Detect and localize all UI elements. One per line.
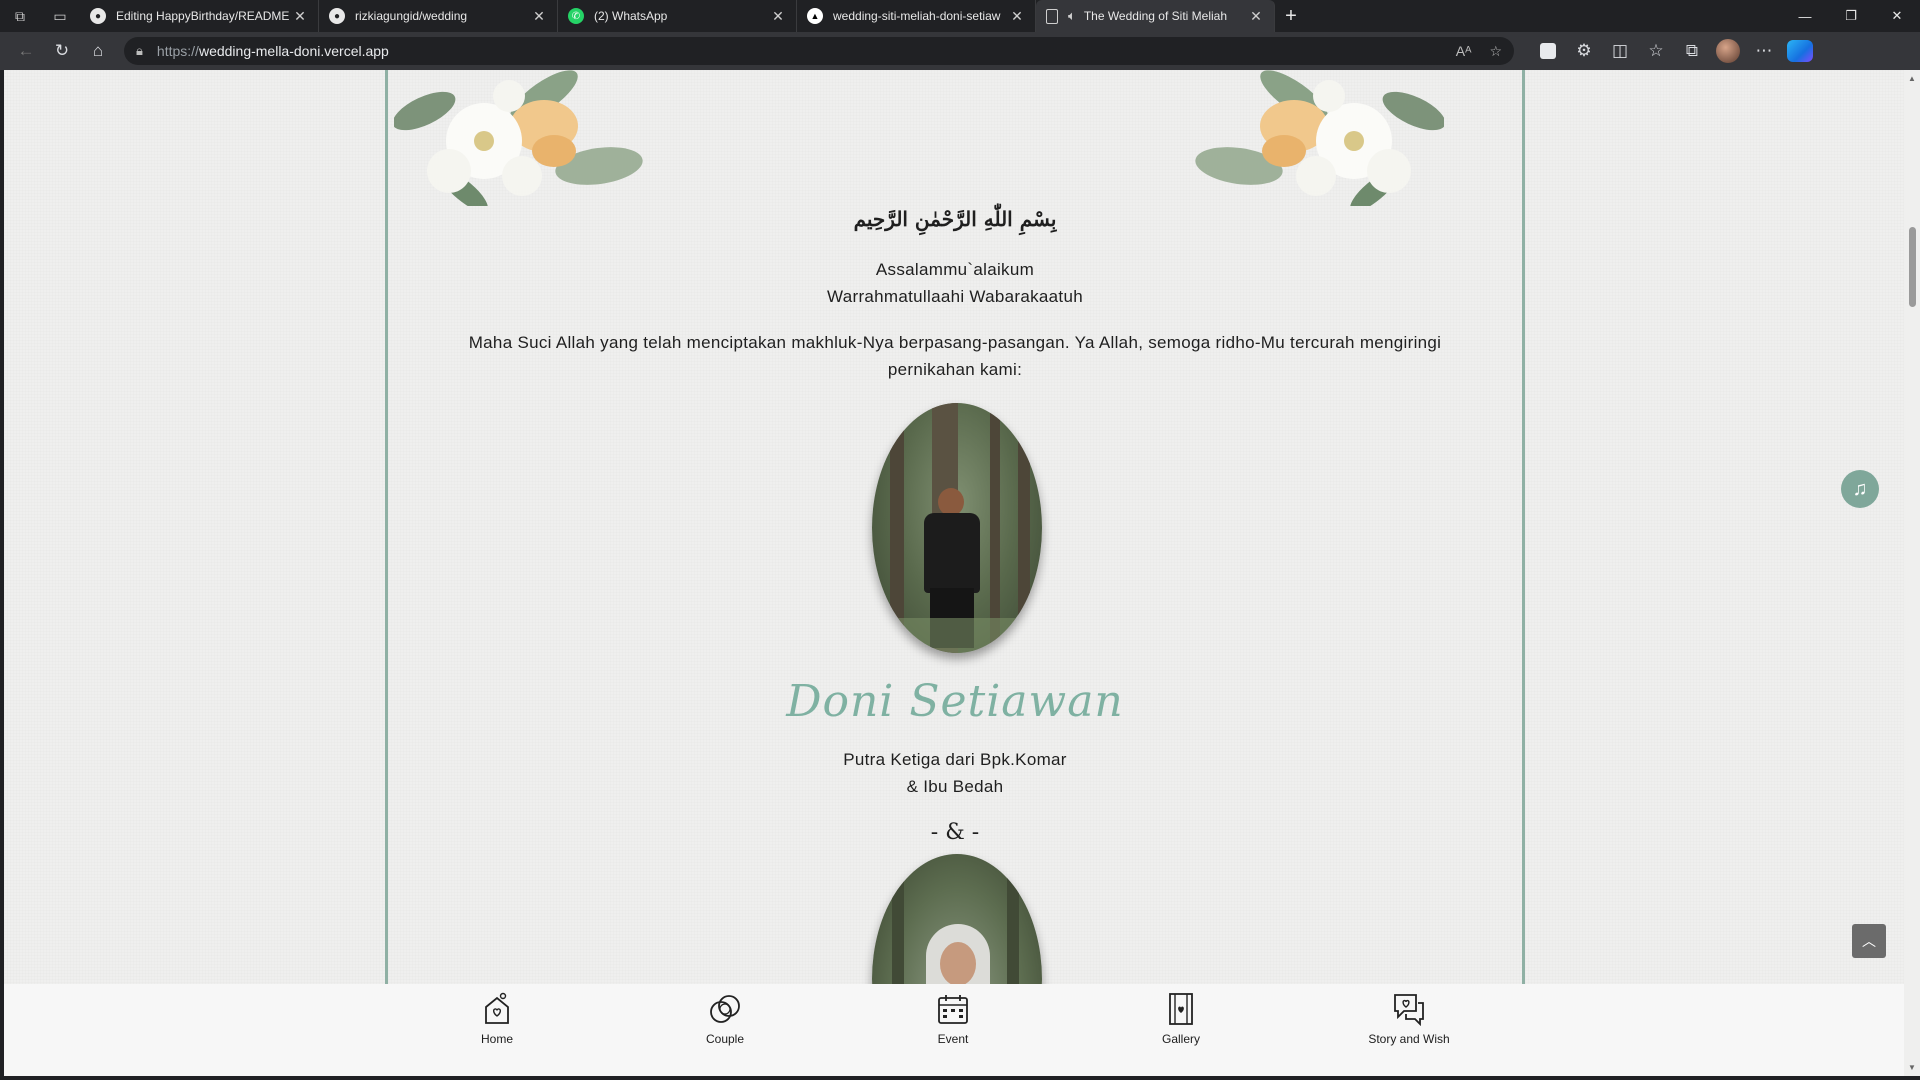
collections-icon[interactable]: ⧉ [1674, 36, 1710, 66]
nav-gallery[interactable]: Gallery [1111, 992, 1251, 1046]
close-window-icon[interactable]: ✕ [1874, 0, 1920, 32]
nav-story-and-wish-label: Story and Wish [1368, 1032, 1450, 1046]
close-icon[interactable]: ✕ [292, 8, 308, 25]
nav-gallery-label: Gallery [1161, 1032, 1200, 1046]
groom-photo [872, 403, 1042, 653]
url-host: wedding-mella-doni.vercel.app [198, 43, 389, 59]
close-icon[interactable]: ✕ [1009, 8, 1025, 25]
favorites-icon[interactable]: ☆ [1638, 36, 1674, 66]
nav-couple-label: Couple [705, 1032, 745, 1046]
music-note-icon: ♫ [1852, 477, 1868, 500]
browser-toolbar: ← ↻ ⌂ 🔒︎ https://wedding-mella-doni.verc… [0, 32, 1920, 70]
window-controls: — ❐ ✕ [1782, 0, 1920, 32]
whatsapp-icon: ✆ [568, 8, 584, 24]
restore-icon[interactable]: ❐ [1828, 0, 1874, 32]
greeting-line-1: Assalammu`alaikum [875, 260, 1035, 279]
github-icon: ● [329, 8, 345, 24]
extension-icon[interactable] [1530, 36, 1566, 66]
scroll-to-top-button[interactable]: ︿ [1852, 924, 1886, 958]
workspaces-icon[interactable]: ⧉ [0, 0, 40, 32]
groom-name: Doni Setiawan [786, 676, 1124, 727]
calendar-icon [938, 995, 968, 1024]
tab-github-wedding[interactable]: ● rizkiagungid/wedding ✕ [319, 0, 558, 32]
flower-decoration-right [1195, 70, 1444, 206]
bismillah-text: بِسْمِ اللّٰهِ الرَّحْمٰنِ الرَّحِيم [853, 207, 1057, 231]
film-gallery-icon [1169, 993, 1193, 1025]
profile-avatar[interactable] [1710, 36, 1746, 66]
browser-tabbar: ⧉ ▭ ● Editing HappyBirthday/README ✕ ● r… [0, 0, 1920, 32]
rings-icon [710, 995, 740, 1023]
extensions-puzzle-icon[interactable]: ⚙ [1566, 36, 1602, 66]
scroll-down-arrow-icon[interactable]: ▼ [1908, 1063, 1916, 1072]
tab-title: The Wedding of Siti Meliah [1083, 9, 1227, 23]
vercel-icon: ▲ [807, 8, 823, 24]
nav-home[interactable]: Home [427, 992, 567, 1046]
address-bar[interactable]: 🔒︎ https://wedding-mella-doni.vercel.app… [124, 37, 1514, 65]
nav-couple[interactable]: Couple [655, 992, 795, 1046]
minimize-icon[interactable]: — [1782, 0, 1828, 32]
tab-vercel[interactable]: ▲ wedding-siti-meliah-doni-setiaw ✕ [797, 0, 1036, 32]
close-icon[interactable]: ✕ [531, 8, 547, 25]
page-scrollbar[interactable]: ▲ ▼ [1904, 70, 1920, 1076]
back-icon[interactable]: ← [8, 36, 44, 66]
music-toggle-button[interactable]: ♫ [1841, 470, 1879, 508]
github-icon: ● [90, 8, 106, 24]
groom-parents-line-2: & Ibu Bedah [906, 777, 1004, 796]
tab-whatsapp[interactable]: ✆ (2) WhatsApp ✕ [558, 0, 797, 32]
greeting: Assalammu`alaikum Warrahmatullaahi Wabar… [385, 256, 1525, 310]
chevron-up-icon: ︿ [1862, 933, 1876, 949]
quran-verse: Maha Suci Allah yang telah menciptakan m… [468, 333, 1442, 379]
nav-event[interactable]: Event [883, 992, 1023, 1046]
scroll-up-arrow-icon[interactable]: ▲ [1908, 74, 1916, 83]
copilot-icon[interactable] [1782, 36, 1818, 66]
new-tab-button[interactable]: + [1275, 0, 1307, 32]
groom-parents: Putra Ketiga dari Bpk.Komar & Ibu Bedah [385, 746, 1525, 800]
tab-title: wedding-siti-meliah-doni-setiaw [833, 9, 1001, 23]
nav-story-and-wish[interactable]: Story and Wish [1339, 992, 1479, 1046]
bottom-navigation: Home Couple Event Gallery Story and Wish [4, 984, 1904, 1076]
house-heart-icon [485, 992, 509, 1024]
flower-decoration-left [394, 70, 643, 206]
page-viewport: بِسْمِ اللّٰهِ الرَّحْمٰنِ الرَّحِيم Ass… [4, 70, 1904, 1076]
groom-parents-line-1: Putra Ketiga dari Bpk.Komar [843, 750, 1067, 769]
read-aloud-icon[interactable]: Aᴬ [1456, 43, 1472, 59]
close-icon[interactable]: ✕ [1248, 8, 1264, 25]
scrollbar-thumb[interactable] [1909, 227, 1916, 307]
more-menu-icon[interactable]: ⋯ [1746, 36, 1782, 66]
tab-actions-icon[interactable]: ▭ [40, 0, 80, 32]
favorite-star-icon[interactable]: ☆ [1489, 43, 1502, 60]
nav-event-label: Event [937, 1032, 969, 1046]
speaker-icon[interactable]: 🔈︎ [1068, 8, 1076, 24]
couple-separator: - & - [930, 820, 980, 845]
window-bottom-edge [0, 1076, 1920, 1080]
url-scheme: https:// [156, 43, 199, 59]
tab-title: (2) WhatsApp [594, 9, 668, 23]
toolbar-extensions: ⚙ ◫ ☆ ⧉ ⋯ [1530, 36, 1818, 66]
tab-wedding-active[interactable]: 🔈︎ The Wedding of Siti Meliah ✕ [1036, 0, 1275, 32]
greeting-line-2: Warrahmatullaahi Wabarakaatuh [827, 287, 1083, 306]
tab-title: Editing HappyBirthday/README [116, 9, 290, 23]
nav-home-label: Home [480, 1032, 513, 1046]
refresh-icon[interactable]: ↻ [44, 36, 80, 66]
lock-icon[interactable]: 🔒︎ [136, 43, 143, 59]
url-text[interactable]: https://wedding-mella-doni.vercel.app [157, 43, 1438, 59]
close-icon[interactable]: ✕ [770, 8, 786, 25]
chat-heart-icon [1394, 994, 1424, 1026]
tab-title: rizkiagungid/wedding [355, 9, 468, 23]
page-icon [1046, 8, 1058, 24]
tab-github-readme[interactable]: ● Editing HappyBirthday/README ✕ [80, 0, 319, 32]
split-screen-icon[interactable]: ◫ [1602, 36, 1638, 66]
home-icon[interactable]: ⌂ [80, 36, 116, 66]
